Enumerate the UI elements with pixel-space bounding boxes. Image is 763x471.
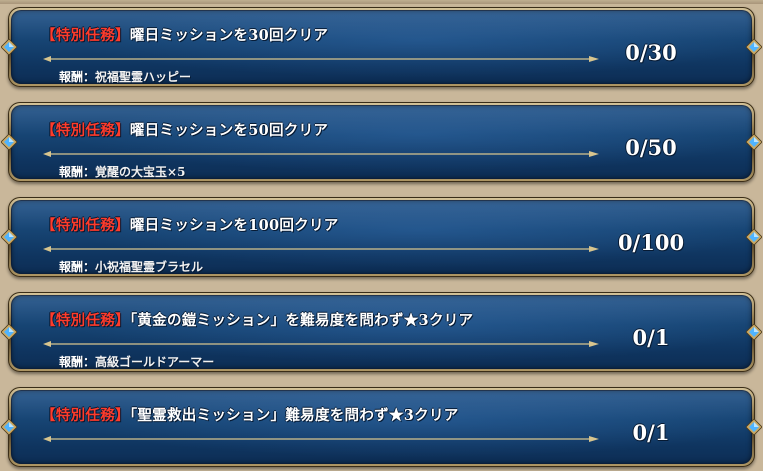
mission-progress: 0/1 [632, 325, 670, 350]
card-frame: 【特別任務】曜日ミッションを50回クリア 報酬：覚醒の大宝玉×5 0/50 [8, 102, 755, 182]
gem-icon [1, 134, 17, 150]
mission-title: 【特別任務】「聖霊救出ミッション」難易度を問わず★3クリア [41, 404, 459, 425]
divider-line [43, 341, 599, 347]
card-panel: 【特別任務】曜日ミッションを30回クリア 報酬：祝福聖霊ハッピー 0/30 [11, 10, 752, 84]
gem-icon [746, 419, 762, 435]
gem-icon [1, 324, 17, 340]
card-frame: 【特別任務】曜日ミッションを30回クリア 報酬：祝福聖霊ハッピー 0/30 [8, 7, 755, 87]
mission-title-text: 曜日ミッションを50回クリア [129, 122, 329, 139]
mission-title: 【特別任務】「黄金の鎧ミッション」を難易度を問わず★3クリア [41, 309, 473, 330]
reward-text: 覚醒の大宝玉×5 [95, 165, 186, 179]
mission-card[interactable]: 【特別任務】曜日ミッションを50回クリア 報酬：覚醒の大宝玉×5 0/50 [0, 98, 763, 186]
divider-line [43, 246, 599, 252]
mission-tag: 【特別任務】 [41, 407, 130, 424]
mission-card[interactable]: 【特別任務】曜日ミッションを100回クリア 報酬：小祝福聖霊ブラセル 0/100 [0, 193, 763, 281]
gem-icon [1, 39, 17, 55]
card-panel: 【特別任務】曜日ミッションを100回クリア 報酬：小祝福聖霊ブラセル 0/100 [11, 200, 752, 274]
reward-text: 祝福聖霊ハッピー [95, 70, 192, 84]
mission-reward: 報酬：覚醒の大宝玉×5 [59, 163, 185, 179]
mission-title-text: 「黄金の鎧ミッション」を難易度を問わず★3クリア [129, 312, 474, 329]
mission-progress: 0/100 [617, 230, 685, 255]
card-frame: 【特別任務】曜日ミッションを100回クリア 報酬：小祝福聖霊ブラセル 0/100 [8, 197, 755, 277]
reward-label: 報酬： [59, 165, 96, 179]
mission-card[interactable]: 【特別任務】「黄金の鎧ミッション」を難易度を問わず★3クリア 報酬：高級ゴールド… [0, 288, 763, 376]
mission-progress: 0/50 [625, 135, 677, 160]
mission-reward: 報酬：高級ゴールドアーマー [59, 353, 214, 369]
mission-progress: 0/1 [632, 420, 670, 445]
reward-label: 報酬： [59, 355, 96, 369]
card-panel: 【特別任務】曜日ミッションを50回クリア 報酬：覚醒の大宝玉×5 0/50 [11, 105, 752, 179]
mission-title-text: 曜日ミッションを100回クリア [129, 217, 339, 234]
mission-title: 【特別任務】曜日ミッションを50回クリア [41, 119, 328, 140]
reward-label: 報酬： [59, 260, 96, 274]
mission-reward: 報酬：祝福聖霊ハッピー [59, 68, 191, 84]
gem-icon [1, 419, 17, 435]
mission-card[interactable]: 【特別任務】「聖霊救出ミッション」難易度を問わず★3クリア 0/1 [0, 383, 763, 471]
mission-tag: 【特別任務】 [41, 217, 130, 234]
card-frame: 【特別任務】「聖霊救出ミッション」難易度を問わず★3クリア 0/1 [8, 387, 755, 467]
mission-title-text: 曜日ミッションを30回クリア [129, 27, 329, 44]
mission-progress: 0/30 [625, 40, 677, 65]
gem-icon [746, 134, 762, 150]
divider-line [43, 151, 599, 157]
mission-reward: 報酬：小祝福聖霊ブラセル [59, 258, 203, 274]
mission-title: 【特別任務】曜日ミッションを30回クリア [41, 24, 328, 45]
divider-line [43, 436, 599, 442]
gem-icon [746, 39, 762, 55]
mission-card[interactable]: 【特別任務】曜日ミッションを30回クリア 報酬：祝福聖霊ハッピー 0/30 [0, 3, 763, 91]
reward-text: 小祝福聖霊ブラセル [95, 260, 204, 274]
gem-icon [746, 229, 762, 245]
mission-title-text: 「聖霊救出ミッション」難易度を問わず★3クリア [129, 407, 459, 424]
gem-icon [1, 229, 17, 245]
card-panel: 【特別任務】「黄金の鎧ミッション」を難易度を問わず★3クリア 報酬：高級ゴールド… [11, 295, 752, 369]
card-frame: 【特別任務】「黄金の鎧ミッション」を難易度を問わず★3クリア 報酬：高級ゴールド… [8, 292, 755, 372]
mission-title: 【特別任務】曜日ミッションを100回クリア [41, 214, 339, 235]
card-panel: 【特別任務】「聖霊救出ミッション」難易度を問わず★3クリア 0/1 [11, 390, 752, 464]
mission-tag: 【特別任務】 [41, 122, 130, 139]
reward-label: 報酬： [59, 70, 96, 84]
gem-icon [746, 324, 762, 340]
mission-tag: 【特別任務】 [41, 312, 130, 329]
reward-text: 高級ゴールドアーマー [95, 355, 215, 369]
divider-line [43, 56, 599, 62]
mission-tag: 【特別任務】 [41, 27, 130, 44]
